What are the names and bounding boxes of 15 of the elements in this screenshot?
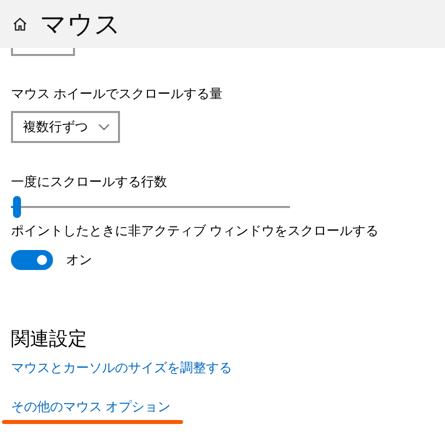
page-title: マウス: [40, 8, 121, 40]
section-heading: 関連設定: [11, 328, 88, 352]
toggle-switch[interactable]: [11, 250, 53, 270]
toggle-state: オン: [66, 251, 92, 269]
home-icon[interactable]: [12, 16, 28, 32]
setting-label: 一度にスクロールする行数: [11, 173, 168, 191]
dropdown[interactable]: [11, 48, 75, 56]
slider[interactable]: [11, 196, 290, 218]
slider-thumb[interactable]: [12, 196, 21, 218]
chevron-icon: [98, 123, 110, 131]
dropdown[interactable]: 複数行ずつ: [11, 111, 120, 143]
link[interactable]: マウスとカーソルのサイズを調整する: [11, 359, 232, 377]
setting-label: マウス ホイールでスクロールする量: [11, 85, 224, 103]
link[interactable]: その他のマウス オプション: [11, 398, 171, 416]
setting-label: ポイントしたときに非アクティブ ウィンドウをスクロールする: [11, 222, 380, 240]
